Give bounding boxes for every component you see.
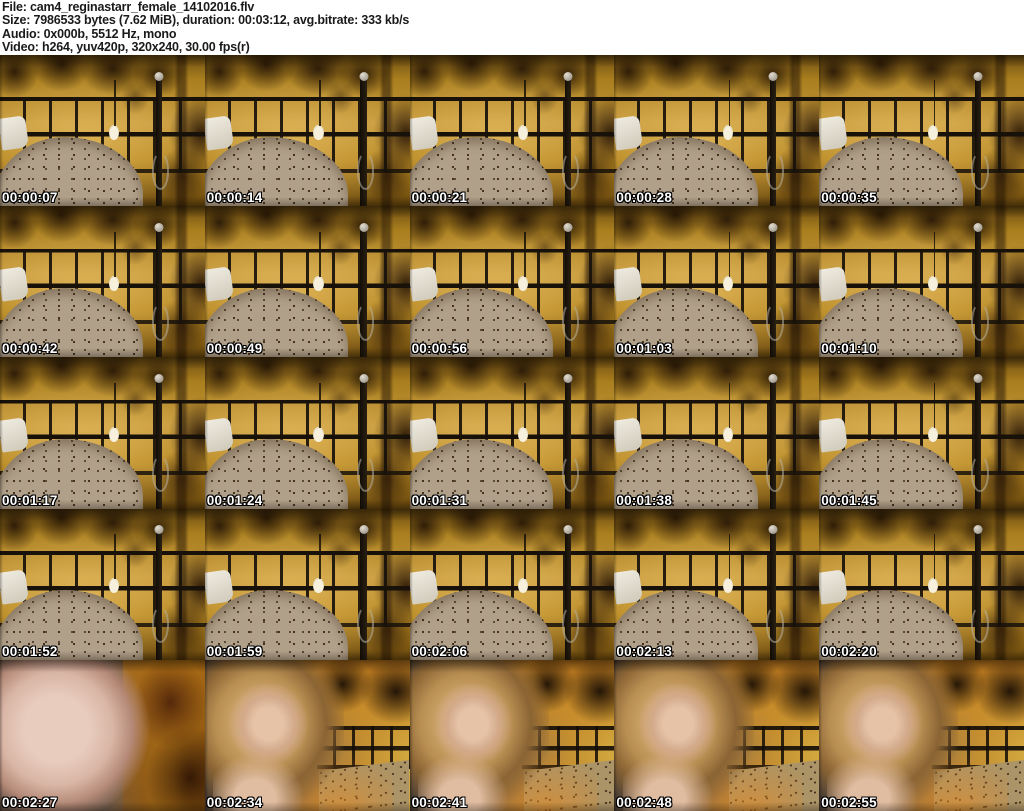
thumbnail-timestamp: 00:01:38 <box>616 492 673 508</box>
frame-vignette <box>409 55 615 207</box>
video-thumbnail: 00:02:41 <box>409 659 615 811</box>
frame-vignette <box>409 659 615 811</box>
thumbnail-timestamp: 00:02:13 <box>616 643 673 659</box>
frame-vignette <box>0 206 205 358</box>
frame-vignette <box>204 659 410 811</box>
video-thumbnail: 00:02:34 <box>204 659 410 811</box>
video-thumbnail: 00:00:14 <box>204 55 410 207</box>
video-thumbnail: 00:02:48 <box>614 659 820 811</box>
audio-info-line: Audio: 0x000b, 5512 Hz, mono <box>2 26 177 41</box>
video-thumbnail: 00:02:06 <box>409 508 615 660</box>
thumbnail-timestamp: 00:01:45 <box>821 492 877 508</box>
frame-vignette <box>614 206 820 358</box>
thumbnail-timestamp: 00:01:17 <box>2 492 58 508</box>
thumbnail-timestamp: 00:00:56 <box>411 341 468 357</box>
frame-vignette <box>614 508 820 660</box>
thumbnail-timestamp: 00:01:31 <box>411 492 468 508</box>
contact-sheet: File: cam4_reginastarr_female_14102016.f… <box>0 0 1024 811</box>
thumbnail-timestamp: 00:02:55 <box>821 794 877 810</box>
video-thumbnail: 00:02:20 <box>819 508 1024 660</box>
frame-vignette <box>409 508 615 660</box>
frame-vignette <box>204 508 410 660</box>
video-thumbnail: 00:00:35 <box>819 55 1024 207</box>
thumbnail-timestamp: 00:00:14 <box>206 190 263 206</box>
video-thumbnail: 00:01:24 <box>204 357 410 509</box>
thumbnail-timestamp: 00:02:34 <box>206 794 263 810</box>
video-thumbnail: 00:02:27 <box>0 659 205 811</box>
thumbnail-timestamp: 00:02:41 <box>411 794 468 810</box>
frame-vignette <box>0 55 205 207</box>
video-thumbnail: 00:01:52 <box>0 508 205 660</box>
video-thumbnail: 00:00:56 <box>409 206 615 358</box>
video-thumbnail: 00:00:42 <box>0 206 205 358</box>
thumbnail-timestamp: 00:01:10 <box>821 341 877 357</box>
thumbnail-timestamp: 00:01:52 <box>2 643 58 659</box>
media-info-header: File: cam4_reginastarr_female_14102016.f… <box>0 0 1024 55</box>
video-thumbnail: 00:00:49 <box>204 206 410 358</box>
file-info-line: File: cam4_reginastarr_female_14102016.f… <box>2 0 255 14</box>
video-thumbnail: 00:00:07 <box>0 55 205 207</box>
frame-vignette <box>614 659 820 811</box>
frame-vignette <box>204 206 410 358</box>
frame-vignette <box>819 206 1024 358</box>
frame-vignette <box>0 508 205 660</box>
video-thumbnail: 00:01:03 <box>614 206 820 358</box>
video-thumbnail: 00:01:31 <box>409 357 615 509</box>
frame-vignette <box>614 357 820 509</box>
frame-vignette <box>614 55 820 207</box>
thumbnail-timestamp: 00:00:21 <box>411 190 468 206</box>
frame-vignette <box>204 357 410 509</box>
thumbnail-timestamp: 00:00:35 <box>821 190 877 206</box>
frame-vignette <box>819 55 1024 207</box>
thumbnail-timestamp: 00:02:06 <box>411 643 468 659</box>
thumbnail-timestamp: 00:01:24 <box>206 492 263 508</box>
frame-vignette <box>819 659 1024 811</box>
video-thumbnail: 00:01:45 <box>819 357 1024 509</box>
thumbnail-timestamp: 00:02:20 <box>821 643 877 659</box>
frame-vignette <box>0 357 205 509</box>
video-thumbnail: 00:01:17 <box>0 357 205 509</box>
thumbnail-timestamp: 00:00:28 <box>616 190 673 206</box>
video-thumbnail: 00:01:10 <box>819 206 1024 358</box>
thumbnail-timestamp: 00:00:42 <box>2 341 58 357</box>
thumbnail-timestamp: 00:01:59 <box>206 643 263 659</box>
frame-vignette <box>0 659 205 811</box>
video-thumbnail: 00:02:55 <box>819 659 1024 811</box>
thumbnail-timestamp: 00:00:49 <box>206 341 263 357</box>
frame-vignette <box>819 357 1024 509</box>
thumbnail-grid: 00:00:07 00:00:14 00:00:21 00:00:28 00:0… <box>0 55 1024 811</box>
video-thumbnail: 00:00:21 <box>409 55 615 207</box>
video-thumbnail: 00:00:28 <box>614 55 820 207</box>
video-thumbnail: 00:02:13 <box>614 508 820 660</box>
size-info-line: Size: 7986533 bytes (7.62 MiB), duration… <box>2 13 410 28</box>
thumbnail-timestamp: 00:00:07 <box>2 190 58 206</box>
video-info-line: Video: h264, yuv420p, 320x240, 30.00 fps… <box>2 40 250 55</box>
video-thumbnail: 00:01:38 <box>614 357 820 509</box>
frame-vignette <box>409 206 615 358</box>
thumbnail-timestamp: 00:02:48 <box>616 794 673 810</box>
frame-vignette <box>819 508 1024 660</box>
frame-vignette <box>204 55 410 207</box>
thumbnail-timestamp: 00:01:03 <box>616 341 673 357</box>
video-thumbnail: 00:01:59 <box>204 508 410 660</box>
thumbnail-timestamp: 00:02:27 <box>2 794 58 810</box>
frame-vignette <box>409 357 615 509</box>
